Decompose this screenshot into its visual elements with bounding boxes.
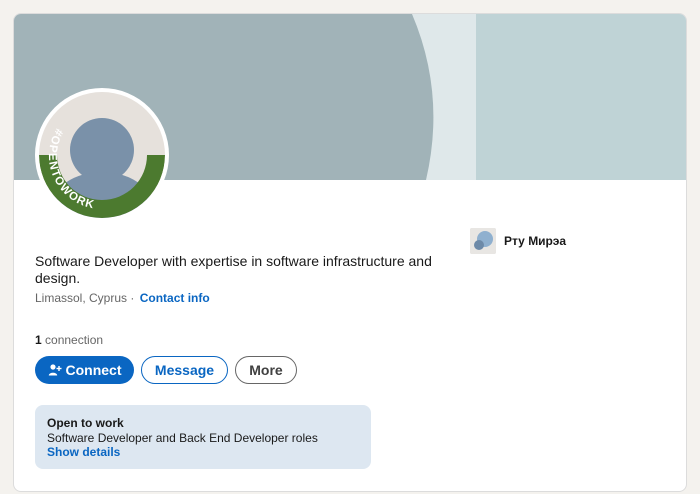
connect-button[interactable]: Connect [35, 356, 134, 384]
connect-button-label: Connect [65, 362, 122, 378]
open-to-work-card: Open to work Software Developer and Back… [35, 405, 371, 469]
connections-label: connection [45, 333, 104, 347]
education-organization[interactable]: Рту Мирэа [470, 228, 566, 254]
open-to-work-roles: Software Developer and Back End Develope… [47, 431, 318, 445]
more-button-label: More [249, 362, 283, 378]
message-button[interactable]: Message [141, 356, 228, 384]
add-person-icon [48, 364, 61, 376]
location-separator: · [130, 291, 135, 305]
connections-number: 1 [35, 333, 42, 347]
profile-headline: Software Developer with expertise in sof… [35, 253, 432, 286]
open-to-work-title: Open to work [47, 416, 124, 430]
avatar-open-to-work-frame: #OPENTOWORK [35, 88, 169, 222]
organization-logo [470, 228, 496, 254]
avatar[interactable]: #OPENTOWORK [35, 88, 169, 222]
connections-count[interactable]: 1 connection [35, 333, 103, 347]
show-details-link[interactable]: Show details [47, 445, 359, 460]
contact-info-link[interactable]: Contact info [140, 291, 210, 305]
profile-card: #OPENTOWORK Software Developer with expe… [13, 13, 687, 492]
location-line: Limassol, Cyprus · Contact info [35, 291, 210, 305]
organization-name: Рту Мирэа [504, 234, 567, 248]
more-button[interactable]: More [235, 356, 297, 384]
profile-actions: Connect Message More [35, 356, 297, 384]
location-text: Limassol, Cyprus [35, 291, 128, 305]
message-button-label: Message [154, 362, 215, 378]
organization-logo-graphic [470, 228, 496, 254]
